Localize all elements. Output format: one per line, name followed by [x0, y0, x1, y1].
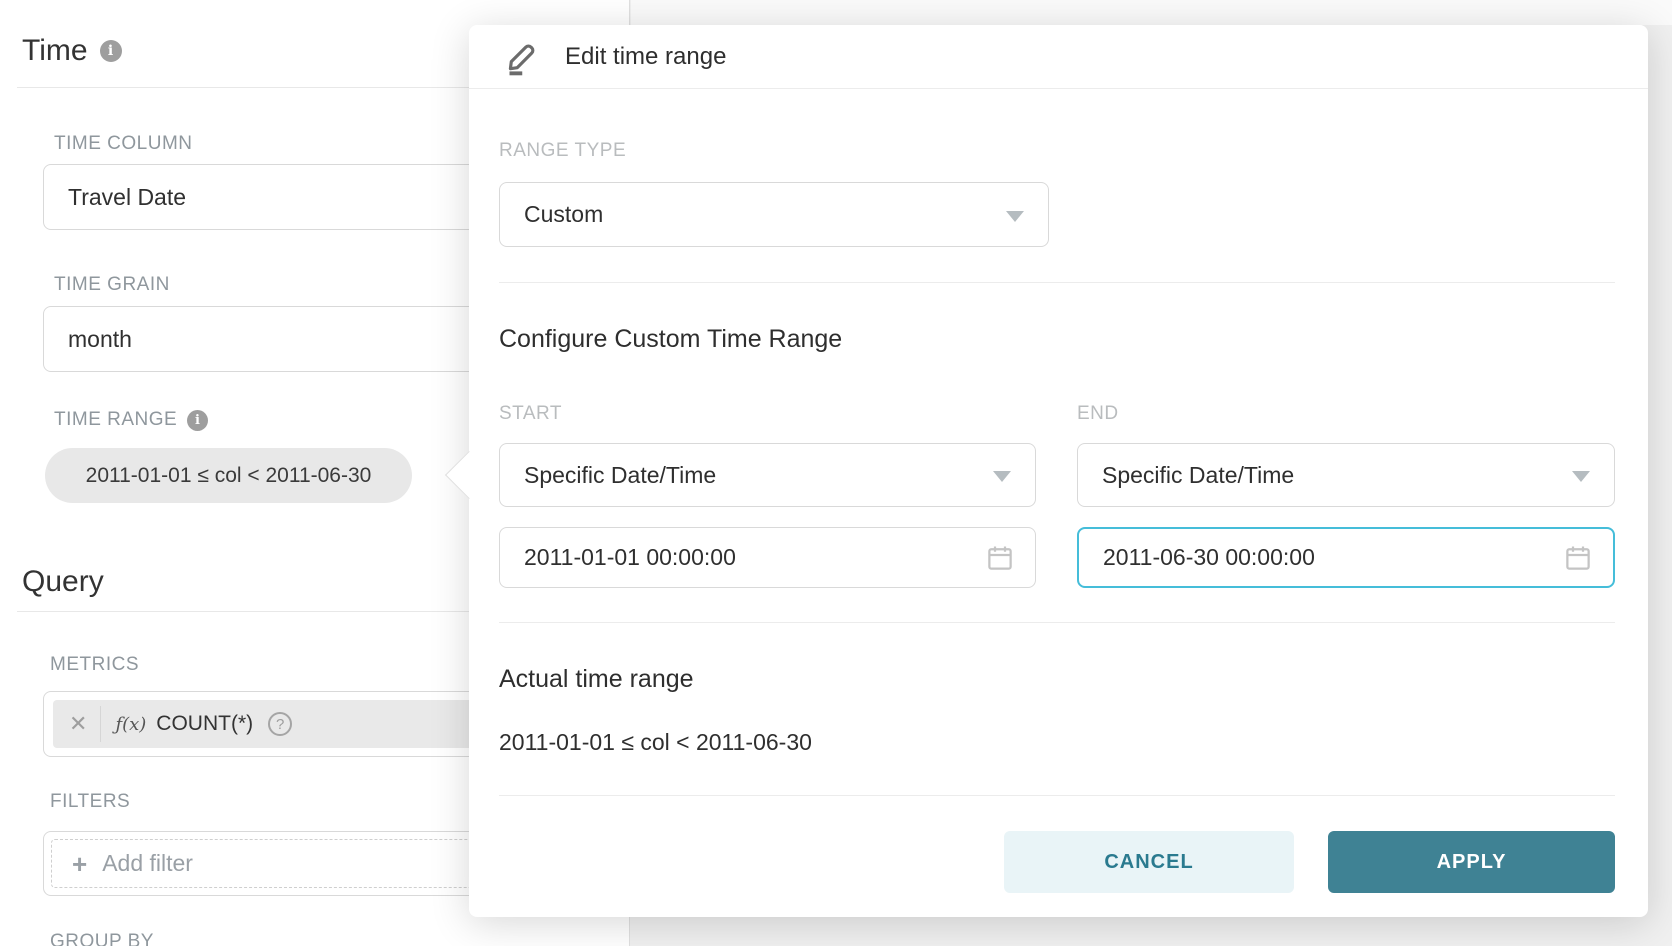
edit-time-range-modal: Edit time range RANGE TYPE Custom Config…: [469, 25, 1648, 917]
add-filter-label: Add filter: [102, 850, 193, 877]
time-range-pill-text: 2011-01-01 ≤ col < 2011-06-30: [86, 464, 372, 488]
start-date-input[interactable]: 2011-01-01 00:00:00: [499, 527, 1036, 588]
plus-icon: +: [72, 851, 87, 877]
apply-button[interactable]: APPLY: [1328, 831, 1615, 893]
range-type-select[interactable]: Custom: [499, 182, 1049, 247]
metric-name: COUNT(*): [156, 712, 253, 736]
time-grain-value: month: [68, 326, 132, 353]
query-section-title: Query: [22, 565, 104, 598]
start-mode-value: Specific Date/Time: [524, 462, 716, 489]
caret-down-icon: [1006, 211, 1024, 222]
calendar-icon[interactable]: [1563, 543, 1593, 578]
function-icon: ƒ(x): [115, 714, 146, 735]
range-type-value: Custom: [524, 201, 603, 228]
chip-separator: [100, 706, 101, 742]
time-range-label-row: TIME RANGE i: [54, 409, 208, 431]
time-range-label: TIME RANGE: [54, 409, 177, 431]
help-icon-glyph: ?: [276, 716, 284, 733]
actual-range-value: 2011-01-01 ≤ col < 2011-06-30: [499, 729, 812, 756]
info-icon[interactable]: i: [100, 40, 122, 62]
range-type-label: RANGE TYPE: [499, 140, 626, 162]
query-section-header: Query: [22, 565, 104, 598]
info-icon-glyph: i: [195, 413, 200, 428]
start-label: START: [499, 403, 562, 425]
actual-range-heading: Actual time range: [499, 665, 694, 694]
end-date-value: 2011-06-30 00:00:00: [1103, 544, 1315, 571]
caret-down-icon: [993, 471, 1011, 482]
start-date-value: 2011-01-01 00:00:00: [524, 544, 736, 571]
time-section-header: Time i: [22, 34, 122, 67]
chart-area-background: [631, 0, 1672, 25]
modal-header: Edit time range: [469, 25, 1648, 89]
info-icon-glyph: i: [108, 43, 113, 59]
modal-divider: [499, 622, 1615, 623]
end-mode-value: Specific Date/Time: [1102, 462, 1294, 489]
time-column-label: TIME COLUMN: [54, 133, 193, 155]
time-section-title: Time: [22, 34, 88, 67]
time-range-pill[interactable]: 2011-01-01 ≤ col < 2011-06-30: [45, 448, 412, 503]
configure-heading: Configure Custom Time Range: [499, 325, 842, 354]
start-mode-select[interactable]: Specific Date/Time: [499, 443, 1036, 507]
modal-footer-divider: [499, 795, 1615, 796]
end-mode-select[interactable]: Specific Date/Time: [1077, 443, 1615, 507]
metrics-label: METRICS: [50, 654, 139, 676]
caret-down-icon: [1572, 471, 1590, 482]
close-icon[interactable]: ✕: [53, 711, 87, 737]
help-icon[interactable]: ?: [268, 712, 292, 736]
time-column-value: Travel Date: [68, 184, 186, 211]
end-date-input[interactable]: 2011-06-30 00:00:00: [1077, 527, 1615, 588]
group-by-label: GROUP BY: [50, 931, 154, 946]
explore-page: Time i TIME COLUMN Travel Date TIME GRAI…: [0, 0, 1672, 946]
end-label: END: [1077, 403, 1119, 425]
edit-pencil-icon: [505, 38, 541, 76]
calendar-icon[interactable]: [985, 543, 1015, 578]
cancel-button[interactable]: CANCEL: [1004, 831, 1294, 893]
info-icon[interactable]: i: [187, 410, 208, 431]
filters-label: FILTERS: [50, 791, 130, 813]
time-grain-label: TIME GRAIN: [54, 274, 170, 296]
modal-title: Edit time range: [565, 43, 726, 71]
modal-divider: [499, 282, 1615, 283]
